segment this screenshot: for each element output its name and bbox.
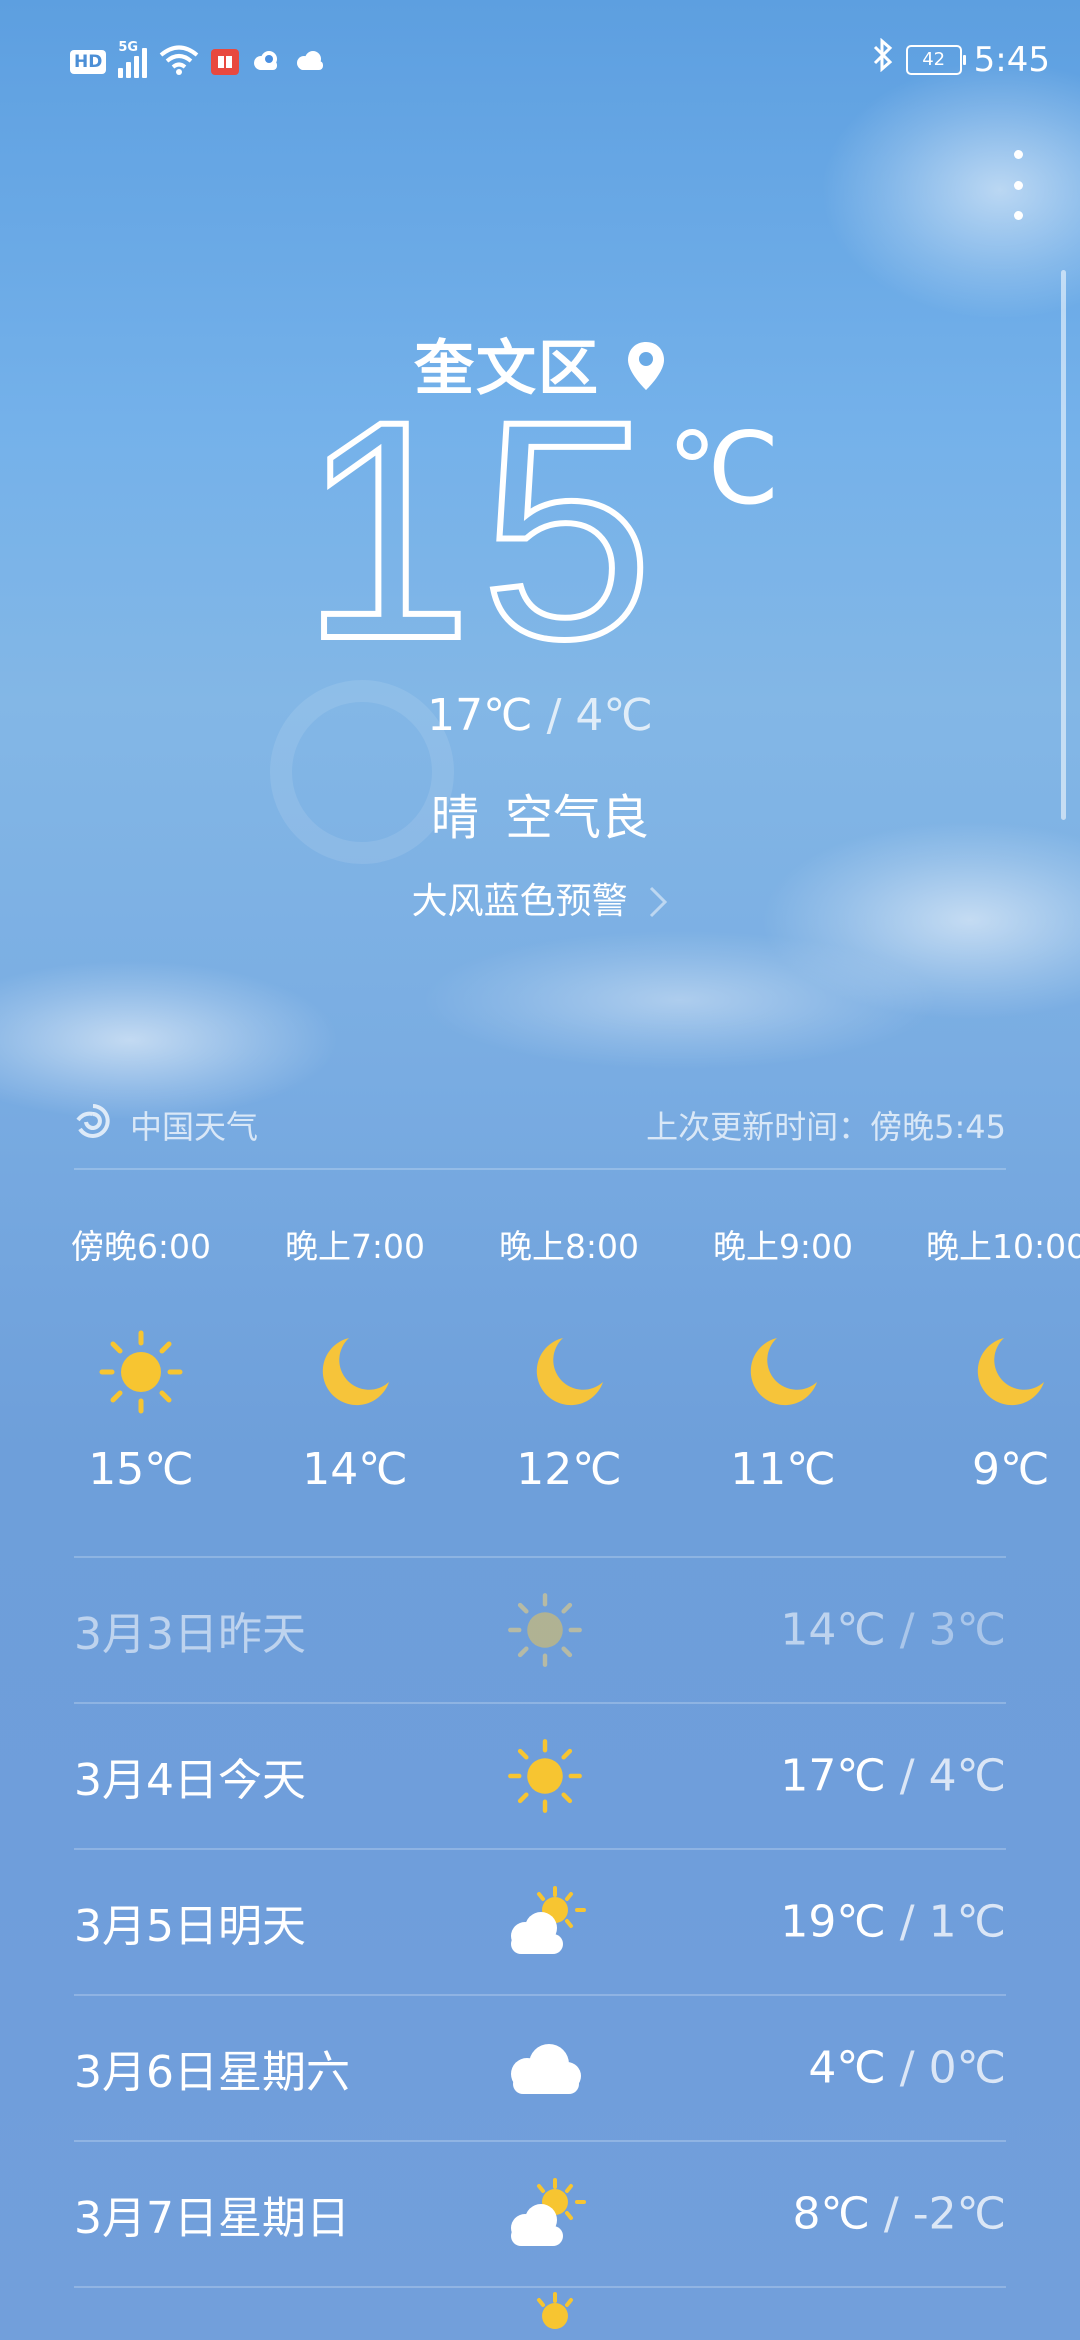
day-date: 3月3日昨天 <box>74 1609 306 1660</box>
weather-alert-text: 大风蓝色预警 <box>411 881 628 922</box>
weather-text: 晴 <box>430 790 479 846</box>
hour-time: 傍晚6:00 <box>70 1227 212 1266</box>
hour-time: 晚上7:00 <box>284 1227 426 1266</box>
day-low: 3℃ <box>928 1604 1006 1656</box>
hourly-item: 晚上10:00 9℃ <box>880 1220 1080 1495</box>
hilo-separator: / <box>546 690 562 741</box>
cloud-icon <box>293 49 327 75</box>
moon-icon <box>248 1312 462 1432</box>
moon-icon <box>880 1312 1080 1432</box>
more-options-button[interactable] <box>1002 150 1034 220</box>
cloud-icon <box>251 49 281 75</box>
day-date: 3月7日星期日 <box>74 2193 350 2244</box>
hourly-item: 晚上9:00 11℃ <box>676 1220 890 1495</box>
daily-row[interactable]: 3月6日星期六 4℃ / 0℃ <box>74 1996 1006 2140</box>
hourly-forecast[interactable]: 傍晚6:00 15℃ 晚上7:00 14℃ 晚上8:00 12℃ 晚上9:00 … <box>0 1220 1080 1520</box>
current-temp-value: 15 <box>297 356 662 703</box>
hd-icon: HD <box>70 50 107 74</box>
moon-icon <box>676 1312 890 1432</box>
hour-time: 晚上10:00 <box>926 1227 1080 1266</box>
day-temp-range: 14℃ / 3℃ <box>780 1604 1006 1656</box>
moon-icon <box>462 1312 676 1432</box>
current-condition: 晴空气良 <box>0 778 1080 848</box>
day-high: 19℃ <box>780 1896 886 1948</box>
day-date: 3月6日星期六 <box>74 2047 350 2098</box>
day-date: 3月4日今天 <box>74 1755 306 1806</box>
current-temp-unit: ℃ <box>667 413 780 525</box>
daily-row[interactable]: 3月3日昨天 14℃ / 3℃ <box>74 1558 1006 1702</box>
weather-alert-link[interactable]: 大风蓝色预警 <box>0 872 1080 924</box>
signal-icon: 5G <box>118 40 148 78</box>
hourly-item: 傍晚6:00 15℃ <box>34 1220 248 1495</box>
app-notification-icon <box>211 49 240 75</box>
partly-cloudy-icon <box>500 2288 590 2340</box>
sun-icon <box>500 1585 590 1675</box>
day-temp-range: 19℃ / 1℃ <box>780 1896 1006 1948</box>
network-type-label: 5G <box>118 40 139 55</box>
clock: 5:45 <box>973 39 1050 80</box>
daily-row[interactable]: 3月4日今天 17℃ / 4℃ <box>74 1704 1006 1848</box>
day-low: 4℃ <box>928 1750 1006 1802</box>
chevron-right-icon <box>636 877 669 923</box>
hour-temp: 15℃ <box>88 1444 194 1495</box>
partly-cloudy-icon <box>500 1877 590 1967</box>
day-low: -2℃ <box>912 2188 1006 2240</box>
hour-temp: 12℃ <box>516 1444 622 1495</box>
status-bar: HD 5G 42 5:45 <box>0 0 1080 124</box>
day-high: 17℃ <box>780 1750 886 1802</box>
day-low: 1℃ <box>928 1896 1006 1948</box>
today-high-low: 17℃ / 4℃ <box>0 690 1080 741</box>
day-high: 8℃ <box>792 2188 870 2240</box>
hour-temp: 9℃ <box>972 1444 1050 1495</box>
china-weather-logo-icon <box>74 1102 112 1148</box>
day-temp-range: 8℃ / -2℃ <box>792 2188 1006 2240</box>
sun-icon <box>500 1731 590 1821</box>
day-high: 14℃ <box>780 1604 886 1656</box>
daily-row[interactable]: 3月7日星期日 8℃ / -2℃ <box>74 2142 1006 2286</box>
today-low: 4℃ <box>575 690 653 741</box>
sun-icon <box>34 1312 248 1432</box>
day-low: 0℃ <box>928 2042 1006 2094</box>
current-temperature: 15℃ <box>0 372 1080 688</box>
air-quality-text[interactable]: 空气良 <box>505 790 649 846</box>
hourly-item: 晚上7:00 14℃ <box>248 1220 462 1495</box>
hour-time: 晚上8:00 <box>498 1227 640 1266</box>
daily-row-partial[interactable] <box>74 2288 1006 2340</box>
battery-icon: 42 <box>905 44 966 75</box>
day-date: 3月5日明天 <box>74 1901 306 1952</box>
bluetooth-icon <box>872 37 894 81</box>
cloud-icon <box>500 2023 590 2113</box>
last-updated: 上次更新时间：傍晚5:45 <box>646 1108 1006 1146</box>
day-high: 4℃ <box>808 2042 886 2094</box>
source-name: 中国天气 <box>130 1108 259 1146</box>
partly-cloudy-icon <box>500 2169 590 2259</box>
day-temp-range: 4℃ / 0℃ <box>808 2042 1006 2094</box>
today-high: 17℃ <box>427 690 533 741</box>
wifi-icon <box>159 44 199 80</box>
data-source-row: 中国天气 上次更新时间：傍晚5:45 <box>74 1090 1006 1160</box>
day-temp-range: 17℃ / 4℃ <box>780 1750 1006 1802</box>
hour-temp: 11℃ <box>730 1444 836 1495</box>
hour-temp: 14℃ <box>302 1444 408 1495</box>
hourly-item: 晚上8:00 12℃ <box>462 1220 676 1495</box>
hour-time: 晚上9:00 <box>712 1227 854 1266</box>
divider <box>74 1168 1006 1170</box>
daily-row[interactable]: 3月5日明天 19℃ / 1℃ <box>74 1850 1006 1994</box>
